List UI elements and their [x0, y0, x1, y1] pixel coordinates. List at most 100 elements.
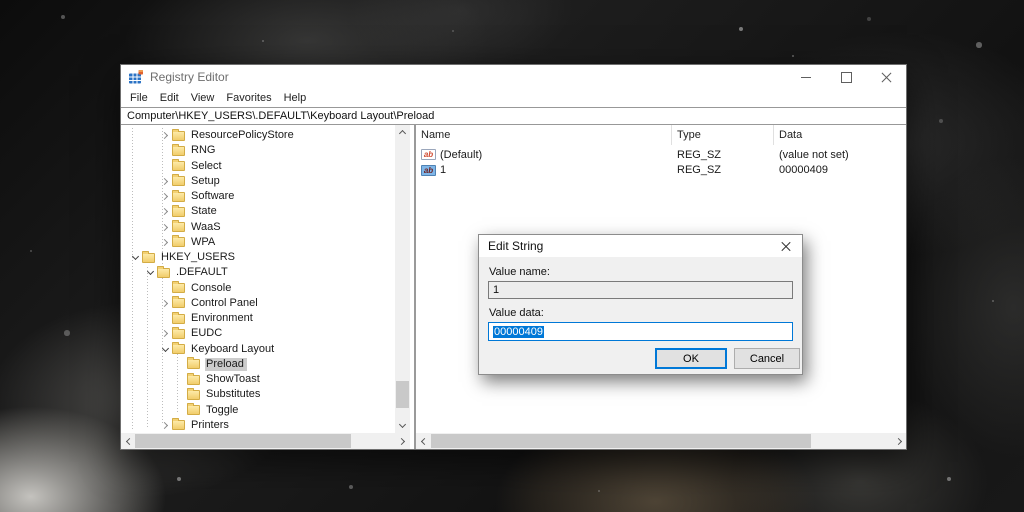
tree-item-label: WaaS: [190, 221, 224, 234]
list-rows: ab(Default)REG_SZ(value not set)ab 1 REG_S…: [416, 147, 906, 178]
value-row[interactable]: ab(Default)REG_SZ(value not set): [416, 147, 906, 163]
chevron-right-icon[interactable]: [159, 209, 172, 214]
value-row[interactable]: ab1REG_SZ00000409: [416, 163, 906, 179]
scrollbar-thumb[interactable]: [431, 434, 811, 448]
folder-icon: [142, 253, 155, 263]
tree-item-toggle[interactable]: Toggle: [121, 403, 395, 418]
chevron-right-icon[interactable]: [159, 240, 172, 245]
tree-item-label: Select: [190, 160, 225, 173]
menu-favorites[interactable]: Favorites: [220, 90, 277, 106]
chevron-right-icon[interactable]: [159, 194, 172, 199]
chevron-right-icon[interactable]: [159, 179, 172, 184]
tree-item-substitutes[interactable]: Substitutes: [121, 387, 395, 402]
folder-icon: [187, 405, 200, 415]
scroll-left-icon[interactable]: [416, 433, 430, 449]
chevron-down-icon[interactable]: [144, 271, 157, 274]
tree-item-resourcepolicystore[interactable]: ResourcePolicyStore: [121, 128, 395, 143]
dialog-title-bar: Edit String: [479, 235, 802, 257]
folder-icon: [172, 298, 185, 308]
dialog-close-icon[interactable]: [770, 235, 802, 257]
chevron-right-icon[interactable]: [159, 423, 172, 428]
scroll-left-icon[interactable]: [121, 433, 136, 449]
scroll-right-icon[interactable]: [395, 433, 410, 449]
value-data-text: 00000409: [493, 326, 544, 338]
chevron-down-icon[interactable]: [159, 348, 172, 351]
values-horizontal-scrollbar[interactable]: [416, 433, 906, 449]
caption-buttons: [786, 65, 906, 89]
tree-item-label: WPA: [190, 236, 218, 249]
tree-item-environment[interactable]: Environment: [121, 311, 395, 326]
tree-item-preload[interactable]: Preload: [121, 357, 395, 372]
value-data-label: Value data:: [489, 307, 544, 319]
tree-item-wpa[interactable]: WPA: [121, 235, 395, 250]
value-type: REG_SZ: [672, 164, 774, 176]
tree-item-hkey-users[interactable]: HKEY_USERS: [121, 250, 395, 265]
chevron-right-icon[interactable]: [159, 225, 172, 230]
list-header: Name Type Data: [416, 125, 906, 145]
menu-view[interactable]: View: [185, 90, 221, 106]
tree-item-rng[interactable]: RNG: [121, 143, 395, 158]
folder-icon: [172, 146, 185, 156]
folder-icon: [172, 131, 185, 141]
title-bar: Registry Editor: [121, 65, 906, 89]
tree-item-label: Environment: [190, 312, 256, 325]
tree-item--default[interactable]: .DEFAULT: [121, 265, 395, 280]
tree-item-label: Preload: [205, 358, 247, 371]
edit-string-dialog: Edit String Value name: 1 Value data: 00…: [478, 234, 803, 375]
value-data: (value not set): [774, 149, 906, 161]
value-type: REG_SZ: [672, 149, 774, 161]
tree-item-keyboard-layout[interactable]: Keyboard Layout: [121, 342, 395, 357]
tree-item-waas[interactable]: WaaS: [121, 220, 395, 235]
menu-help[interactable]: Help: [278, 90, 313, 106]
menu-edit[interactable]: Edit: [154, 90, 185, 106]
dialog-title: Edit String: [488, 239, 543, 253]
scroll-up-icon[interactable]: [395, 125, 410, 140]
tree-item-printers[interactable]: Printers: [121, 418, 395, 433]
tree-item-console[interactable]: Console: [121, 281, 395, 296]
scroll-down-icon[interactable]: [395, 418, 410, 433]
tree-horizontal-scrollbar[interactable]: [121, 433, 410, 449]
chevron-right-icon[interactable]: [159, 301, 172, 306]
scroll-right-icon[interactable]: [892, 433, 906, 449]
tree-item-control-panel[interactable]: Control Panel: [121, 296, 395, 311]
tree-item-label: Printers: [190, 419, 232, 432]
tree-vertical-scrollbar[interactable]: [395, 125, 410, 433]
chevron-down-icon[interactable]: [129, 256, 142, 259]
chevron-right-icon[interactable]: [159, 133, 172, 138]
ok-button[interactable]: OK: [655, 348, 727, 369]
tree-item-showtoast[interactable]: ShowToast: [121, 372, 395, 387]
tree-item-software[interactable]: Software: [121, 189, 395, 204]
value-name: 1: [440, 164, 446, 176]
minimize-icon[interactable]: [786, 65, 826, 89]
chevron-right-icon[interactable]: [159, 331, 172, 336]
maximize-icon[interactable]: [826, 65, 866, 89]
scrollbar-thumb[interactable]: [396, 381, 409, 408]
menu-file[interactable]: File: [124, 90, 154, 106]
scrollbar-thumb[interactable]: [135, 434, 351, 448]
folder-icon: [187, 375, 200, 385]
tree-item-setup[interactable]: Setup: [121, 174, 395, 189]
tree-item-eudc[interactable]: EUDC: [121, 326, 395, 341]
folder-icon: [172, 344, 185, 354]
folder-icon: [172, 329, 185, 339]
tree-item-label: EUDC: [190, 327, 225, 340]
cancel-button[interactable]: Cancel: [734, 348, 800, 369]
folder-icon: [172, 161, 185, 171]
column-header-name[interactable]: Name: [416, 125, 672, 145]
value-name-text: 1: [493, 284, 499, 296]
tree-item-label: Toggle: [205, 404, 241, 417]
address-bar[interactable]: Computer\HKEY_USERS\.DEFAULT\Keyboard La…: [121, 107, 906, 125]
column-header-data[interactable]: Data: [774, 125, 906, 145]
column-header-type[interactable]: Type: [672, 125, 774, 145]
reg-sz-icon: ab: [421, 149, 436, 160]
window-title: Registry Editor: [150, 70, 229, 84]
value-data-field[interactable]: 00000409: [488, 322, 793, 341]
tree-item-state[interactable]: State: [121, 204, 395, 219]
tree-item-select[interactable]: Select: [121, 159, 395, 174]
tree-item-label: ResourcePolicyStore: [190, 129, 297, 142]
folder-icon: [172, 420, 185, 430]
value-name-field[interactable]: 1: [488, 281, 793, 299]
tree-item-label: ShowToast: [205, 373, 263, 386]
value-name-label: Value name:: [489, 266, 550, 278]
close-icon[interactable]: [866, 65, 906, 89]
